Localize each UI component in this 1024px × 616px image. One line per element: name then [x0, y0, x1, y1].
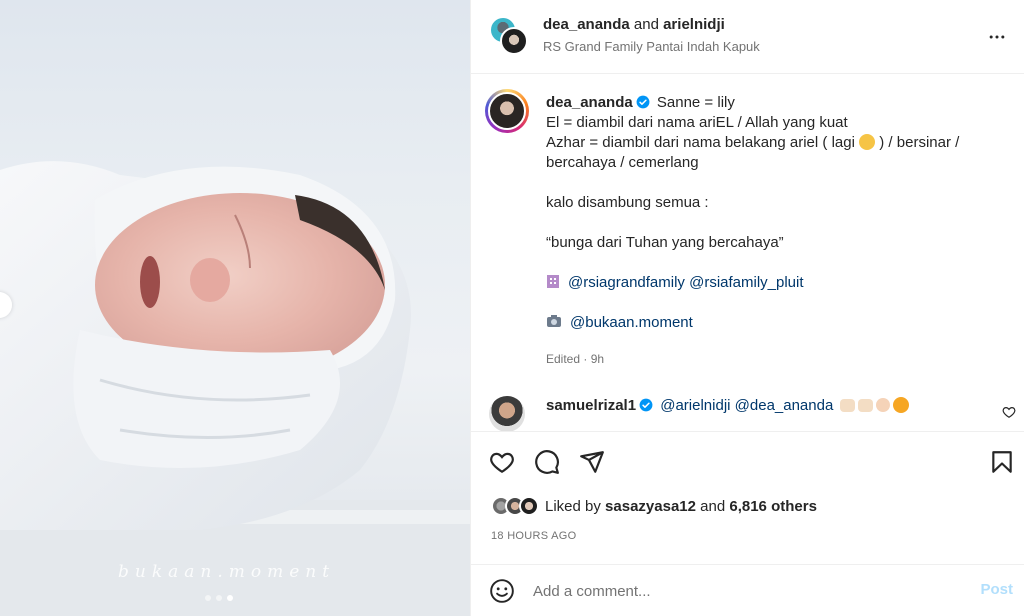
comment-text: samuelrizal1 @arielnidji @dea_ananda [546, 397, 910, 414]
carousel-dot [205, 595, 211, 601]
baby-emoji-icon [876, 398, 891, 412]
hand-emoji-icon [858, 399, 874, 412]
carousel-dot-active [227, 595, 233, 601]
laughing-emoji-icon [859, 134, 876, 150]
post-side-panel: dea_ananda and arielnidji RS Grand Famil… [470, 0, 1024, 616]
likes-joiner: and [700, 497, 726, 515]
comment-row: samuelrizal1 @arielnidji @dea_ananda [471, 384, 1024, 432]
bookmark-icon[interactable] [989, 449, 1015, 475]
more-horizontal-icon[interactable] [987, 27, 1007, 47]
caption-username[interactable]: dea_ananda [546, 94, 633, 111]
verified-badge-icon [639, 398, 653, 412]
caption-text: dea_ananda Sanne = lily El = diambil dar… [546, 93, 1006, 333]
carousel-indicator [205, 595, 233, 601]
hand-emoji-icon [840, 399, 856, 412]
collab-avatars[interactable] [489, 16, 529, 56]
likes-summary[interactable]: Liked by sasazyasa12 and 6,816 others [491, 494, 817, 518]
add-comment-bar: Post [471, 564, 1024, 616]
avatar[interactable] [485, 89, 529, 133]
caption-line: kalo disambung semua : [546, 194, 709, 211]
caption-line: bercahaya / cemerlang [546, 154, 699, 171]
caption-line: “bunga dari Tuhan yang bercahaya” [546, 234, 784, 251]
caption-line: Sanne = lily [656, 94, 735, 111]
hospital-icon [547, 275, 559, 288]
avatar[interactable] [500, 27, 528, 55]
verified-badge-icon [636, 95, 650, 109]
comment-icon[interactable] [534, 449, 560, 475]
post-actions [471, 431, 1024, 491]
likes-count[interactable]: 6,816 others [729, 498, 817, 515]
post-header: dea_ananda and arielnidji RS Grand Famil… [471, 0, 1024, 74]
avatar[interactable] [489, 396, 525, 432]
photo-watermark: bukaan.moment [118, 562, 336, 582]
comment-like-heart-icon[interactable] [1002, 405, 1016, 419]
heart-icon[interactable] [489, 449, 515, 475]
caption-line: Azhar = diambil dari nama belakang ariel… [546, 134, 855, 151]
caption-line: El = diambil dari nama ariEL / Allah yan… [546, 114, 848, 131]
send-icon[interactable] [579, 449, 605, 475]
liker-username[interactable]: sasazyasa12 [605, 498, 696, 515]
authors-joiner: and [633, 16, 659, 33]
comment-username[interactable]: samuelrizal1 [546, 397, 636, 414]
post-photo[interactable]: bukaan.moment [0, 0, 470, 616]
mention-links[interactable]: @rsiagrandfamily @rsiafamily_pluit [568, 274, 804, 291]
carousel-dot [216, 595, 222, 601]
caption-line: ) / bersinar / [879, 134, 960, 151]
post-authors: dea_ananda and arielnidji [543, 16, 725, 33]
post-comment-button[interactable]: Post [980, 581, 1013, 598]
location-link[interactable]: RS Grand Family Pantai Indah Kapuk [543, 39, 760, 54]
comment-mentions[interactable]: @arielnidji @dea_ananda [660, 397, 833, 414]
mention-link[interactable]: @bukaan.moment [570, 314, 693, 331]
author-link-2[interactable]: arielnidji [663, 16, 725, 33]
comment-input[interactable] [533, 579, 953, 603]
post-caption: dea_ananda Sanne = lily El = diambil dar… [471, 75, 1024, 380]
avatar [519, 496, 539, 516]
newborn-photo [0, 161, 470, 616]
camera-icon [547, 315, 561, 327]
edited-timestamp: Edited · 9h [546, 352, 605, 366]
likes-prefix: Liked by [545, 497, 601, 515]
author-link-1[interactable]: dea_ananda [543, 16, 630, 33]
emoji-picker-icon[interactable] [489, 578, 515, 604]
post-timestamp[interactable]: 18 HOURS AGO [491, 530, 577, 542]
likes-text: Liked by sasazyasa12 and 6,816 others [545, 498, 817, 515]
hug-emoji-icon [893, 397, 910, 413]
